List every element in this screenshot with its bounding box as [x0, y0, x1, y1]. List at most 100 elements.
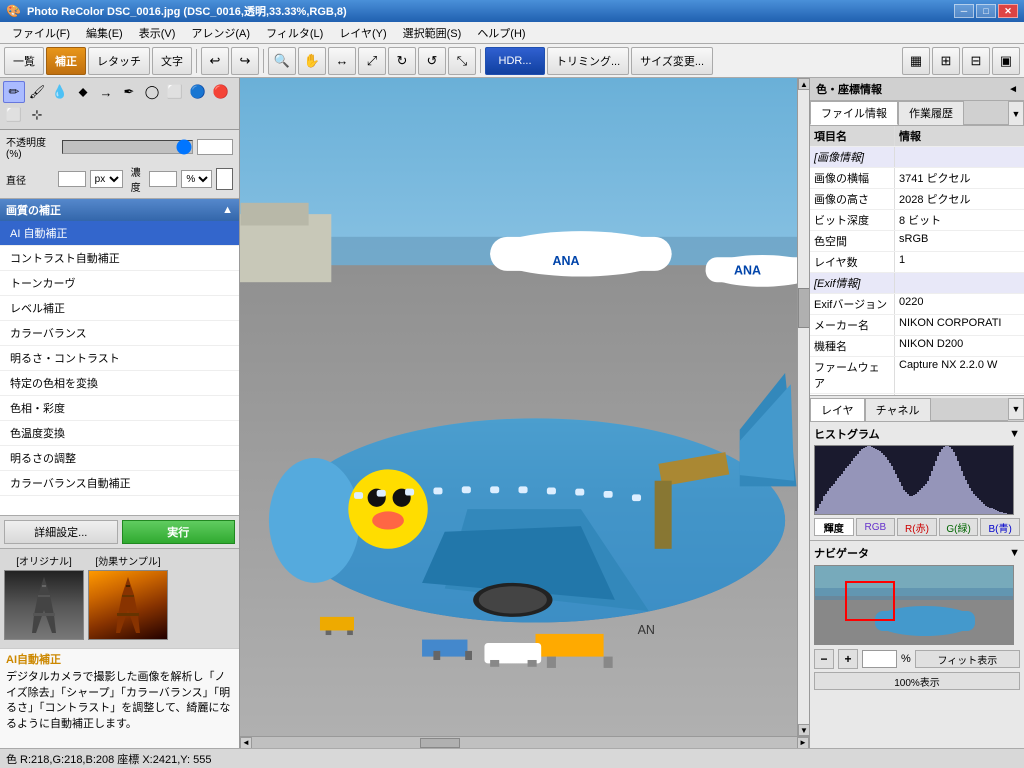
navigator-arrow[interactable]: ▼ — [1009, 547, 1020, 559]
canvas-hscroll[interactable]: ◄ ► — [240, 736, 809, 748]
quality-item-hue-convert[interactable]: 特定の色相を変換 — [0, 371, 239, 396]
hist-tab-blue[interactable]: B(青) — [980, 518, 1020, 536]
tab-list[interactable]: 一覧 — [4, 47, 44, 75]
quality-item-contrast-auto[interactable]: コントラスト自動補正 — [0, 246, 239, 271]
menu-view[interactable]: 表示(V) — [131, 23, 184, 43]
tool-fill[interactable]: 🔴 — [210, 81, 232, 103]
tab-work-history[interactable]: 作業履歴 — [898, 101, 964, 125]
menu-select[interactable]: 選択範囲(S) — [395, 23, 470, 43]
redo-button[interactable]: ↪ — [231, 47, 259, 75]
tool-eyedrop[interactable]: 🔵 — [187, 81, 209, 103]
rotate-ccw-button[interactable]: ↺ — [418, 47, 446, 75]
minimize-button[interactable]: ─ — [954, 4, 974, 18]
hand-button[interactable]: ✋ — [298, 47, 326, 75]
preview-original-box: [オリジナル] — [4, 553, 84, 644]
opacity-input[interactable]: 100 — [197, 139, 233, 155]
quality-list[interactable]: AI 自動補正 コントラスト自動補正 トーンカーヴ レベル補正 カラーバランス … — [0, 221, 239, 515]
tab-file-info[interactable]: ファイル情報 — [810, 101, 898, 125]
tool-circle[interactable]: ◯ — [141, 81, 163, 103]
quality-item-level[interactable]: レベル補正 — [0, 296, 239, 321]
menu-layer[interactable]: レイヤ(Y) — [331, 23, 394, 43]
maximize-button[interactable]: □ — [976, 4, 996, 18]
hdr-button[interactable]: HDR... — [485, 47, 545, 75]
hist-tab-red[interactable]: R(赤) — [897, 518, 937, 536]
tool-crop[interactable]: ⊹ — [26, 104, 48, 126]
quality-item-ai[interactable]: AI 自動補正 — [0, 221, 239, 246]
tool-arrow[interactable]: → — [95, 81, 117, 103]
zoom-button[interactable]: 🔍 — [268, 47, 296, 75]
diameter-input[interactable]: 02 — [58, 171, 86, 187]
hist-tab-rgb[interactable]: RGB — [856, 518, 896, 536]
trim-button[interactable]: トリミング... — [547, 47, 629, 75]
info-colorspace-row: 色空間 sRGB — [810, 231, 1024, 252]
execute-button[interactable]: 実行 — [122, 520, 236, 544]
fit-view-button[interactable]: フィット表示 — [915, 650, 1020, 668]
tab-layer[interactable]: レイヤ — [810, 398, 865, 421]
tab-correction[interactable]: 補正 — [46, 47, 86, 75]
tool-watercolor[interactable]: 💧 — [49, 81, 71, 103]
transform-button[interactable]: ⤡ — [448, 47, 476, 75]
canvas-area[interactable]: ANA ANA — [240, 78, 797, 736]
canvas-vscroll[interactable]: ▲ ▼ — [797, 78, 809, 736]
vscroll-thumb[interactable] — [798, 288, 809, 328]
concentration-dropdown[interactable]: % — [181, 170, 212, 188]
tab-text[interactable]: 文字 — [152, 47, 192, 75]
quality-item-color-balance[interactable]: カラーバランス — [0, 321, 239, 346]
display-btn-3[interactable]: ⊟ — [962, 47, 990, 75]
zoom-out-button[interactable]: − — [814, 649, 834, 669]
vscroll-down[interactable]: ▼ — [798, 724, 809, 736]
histogram-section: ヒストグラム ▼ — [810, 422, 1024, 541]
zoom-value-input[interactable]: 33 — [862, 650, 897, 668]
fliph-button[interactable]: ↔ — [328, 47, 356, 75]
tab-retouch[interactable]: レタッチ — [88, 47, 150, 75]
concentration-input[interactable]: 100 — [149, 171, 177, 187]
tab-channel[interactable]: チャネル — [865, 398, 931, 421]
resize-button[interactable]: サイズ変更... — [631, 47, 713, 75]
quality-item-color-temp[interactable]: 色温度変換 — [0, 421, 239, 446]
info-firmware-row: ファームウェア Capture NX 2.2.0 W — [810, 357, 1024, 394]
hscroll-thumb[interactable] — [420, 738, 460, 748]
hist-tab-green[interactable]: G(緑) — [939, 518, 979, 536]
quality-item-brightness-adj[interactable]: 明るさの調整 — [0, 446, 239, 471]
menu-filter[interactable]: フィルタ(L) — [258, 23, 331, 43]
diameter-dropdown[interactable]: px — [90, 170, 123, 188]
rotate-cw-button[interactable]: ↻ — [388, 47, 416, 75]
detail-settings-button[interactable]: 詳細設定... — [4, 520, 118, 544]
tab-dropdown-btn[interactable]: ▼ — [1008, 101, 1024, 125]
zoom-100-button[interactable]: 100%表示 — [814, 672, 1020, 690]
window-controls: ─ □ ✕ — [954, 4, 1018, 18]
zoom-in-button[interactable]: + — [838, 649, 858, 669]
layer-dropdown-btn[interactable]: ▼ — [1008, 398, 1024, 420]
hscroll-left[interactable]: ◄ — [240, 737, 252, 749]
info-firmware-key: ファームウェア — [810, 357, 895, 393]
tool-eraser[interactable]: ⬜ — [3, 104, 25, 126]
display-btn-4[interactable]: ▣ — [992, 47, 1020, 75]
display-btn-1[interactable]: ▦ — [902, 47, 930, 75]
opacity-slider[interactable] — [62, 140, 193, 154]
display-btn-2[interactable]: ⊞ — [932, 47, 960, 75]
tool-pen[interactable]: ✒ — [118, 81, 140, 103]
hist-tab-brightness[interactable]: 輝度 — [814, 518, 854, 536]
menu-edit[interactable]: 編集(E) — [78, 23, 131, 43]
menu-arrange[interactable]: アレンジ(A) — [183, 23, 258, 43]
quality-item-brightness[interactable]: 明るさ・コントラスト — [0, 346, 239, 371]
quality-item-hue-saturation[interactable]: 色相・彩度 — [0, 396, 239, 421]
navigator-preview[interactable] — [814, 565, 1014, 645]
color-info-arrow[interactable]: ◄ — [1008, 84, 1018, 95]
navigator-viewport[interactable] — [845, 581, 895, 621]
histogram-dropdown-arrow[interactable]: ▼ — [1009, 428, 1020, 440]
tool-shape[interactable]: ⬥ — [72, 81, 94, 103]
menu-help[interactable]: ヘルプ(H) — [469, 23, 533, 43]
quality-item-tone[interactable]: トーンカーヴ — [0, 271, 239, 296]
quality-item-color-balance-auto[interactable]: カラーバランス自動補正 — [0, 471, 239, 496]
tool-brush[interactable]: 🖌 — [26, 81, 48, 103]
tool-stamp[interactable]: ⬜ — [164, 81, 186, 103]
menu-file[interactable]: ファイル(F) — [4, 23, 78, 43]
undo-button[interactable]: ↩ — [201, 47, 229, 75]
tool-pencil[interactable]: ✏ — [3, 81, 25, 103]
vscroll-up[interactable]: ▲ — [798, 78, 809, 90]
hscroll-right[interactable]: ► — [797, 737, 809, 749]
flipv-button[interactable]: ⤢ — [358, 47, 386, 75]
close-button[interactable]: ✕ — [998, 4, 1018, 18]
color-swatch[interactable] — [216, 168, 233, 190]
